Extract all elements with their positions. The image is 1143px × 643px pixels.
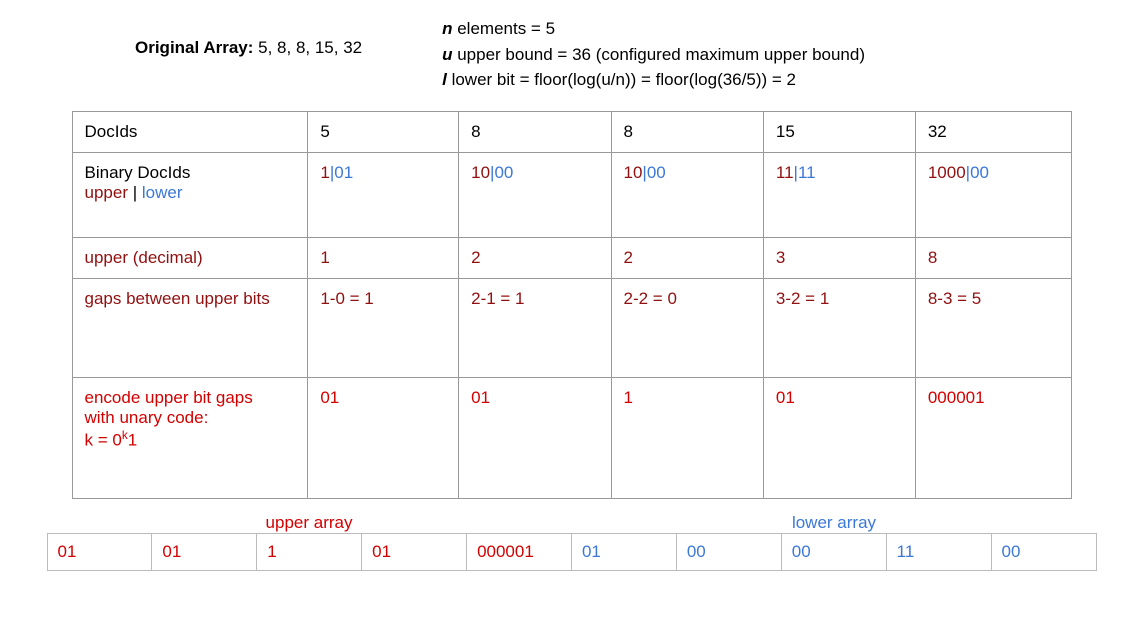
param-l: l lower bit = floor(log(u/n)) = floor(lo… bbox=[442, 67, 865, 93]
upper-array-cell: 01 bbox=[152, 533, 257, 570]
upper-dec-val: 2 bbox=[459, 237, 611, 278]
docids-val: 8 bbox=[459, 111, 611, 152]
encode-val: 01 bbox=[459, 377, 611, 498]
upper-array-cell: 1 bbox=[257, 533, 362, 570]
encoding-table: DocIds 5 8 8 15 32 Binary DocIds upper |… bbox=[72, 111, 1072, 499]
upper-dec-val: 2 bbox=[611, 237, 763, 278]
gaps-val: 8-3 = 5 bbox=[915, 278, 1071, 377]
row-encode: encode upper bit gaps with unary code: k… bbox=[72, 377, 1071, 498]
docids-label: DocIds bbox=[72, 111, 308, 152]
gaps-val: 3-2 = 1 bbox=[763, 278, 915, 377]
docids-val: 8 bbox=[611, 111, 763, 152]
upper-dec-val: 8 bbox=[915, 237, 1071, 278]
binary-val: 10|00 bbox=[611, 152, 763, 237]
upper-array-label: upper array bbox=[47, 513, 572, 533]
original-array-label: Original Array: bbox=[135, 38, 253, 57]
param-u: u upper bound = 36 (configured maximum u… bbox=[442, 42, 865, 68]
lower-array-cell: 00 bbox=[676, 533, 781, 570]
upper-array-cell: 01 bbox=[362, 533, 467, 570]
upper-array-cell: 01 bbox=[47, 533, 152, 570]
encode-label: encode upper bit gaps with unary code: k… bbox=[72, 377, 308, 498]
encode-val: 01 bbox=[308, 377, 459, 498]
row-upper-decimal: upper (decimal) 1 2 2 3 8 bbox=[72, 237, 1071, 278]
lower-array-cell: 11 bbox=[886, 533, 991, 570]
gaps-label: gaps between upper bits bbox=[72, 278, 308, 377]
binary-val: 10|00 bbox=[459, 152, 611, 237]
param-n: n elements = 5 bbox=[442, 16, 865, 42]
binary-val: 1|01 bbox=[308, 152, 459, 237]
upper-dec-label: upper (decimal) bbox=[72, 237, 308, 278]
docids-val: 15 bbox=[763, 111, 915, 152]
binary-val: 11|11 bbox=[763, 152, 915, 237]
upper-array-cell: 000001 bbox=[467, 533, 572, 570]
encode-val: 1 bbox=[611, 377, 763, 498]
binary-val: 1000|00 bbox=[915, 152, 1071, 237]
result-arrays: upper array lower array 01 01 1 01 00000… bbox=[47, 513, 1097, 571]
lower-array-cell: 01 bbox=[571, 533, 676, 570]
docids-val: 32 bbox=[915, 111, 1071, 152]
header: Original Array: 5, 8, 8, 15, 32 n elemen… bbox=[40, 16, 1103, 93]
arrays-table: 01 01 1 01 000001 01 00 00 11 00 bbox=[47, 533, 1097, 571]
gaps-val: 2-1 = 1 bbox=[459, 278, 611, 377]
row-binary: Binary DocIds upper | lower 1|01 10|00 1… bbox=[72, 152, 1071, 237]
row-gaps: gaps between upper bits 1-0 = 1 2-1 = 1 … bbox=[72, 278, 1071, 377]
parameters: n elements = 5 u upper bound = 36 (confi… bbox=[442, 16, 865, 93]
original-array: Original Array: 5, 8, 8, 15, 32 bbox=[135, 38, 362, 58]
encode-val: 000001 bbox=[915, 377, 1071, 498]
lower-array-cell: 00 bbox=[991, 533, 1096, 570]
gaps-val: 2-2 = 0 bbox=[611, 278, 763, 377]
upper-dec-val: 3 bbox=[763, 237, 915, 278]
docids-val: 5 bbox=[308, 111, 459, 152]
arrays-header: upper array lower array bbox=[47, 513, 1097, 533]
original-array-values: 5, 8, 8, 15, 32 bbox=[258, 38, 362, 57]
binary-label: Binary DocIds upper | lower bbox=[72, 152, 308, 237]
gaps-val: 1-0 = 1 bbox=[308, 278, 459, 377]
encode-val: 01 bbox=[763, 377, 915, 498]
row-docids: DocIds 5 8 8 15 32 bbox=[72, 111, 1071, 152]
upper-dec-val: 1 bbox=[308, 237, 459, 278]
lower-array-cell: 00 bbox=[781, 533, 886, 570]
lower-array-label: lower array bbox=[572, 513, 1097, 533]
